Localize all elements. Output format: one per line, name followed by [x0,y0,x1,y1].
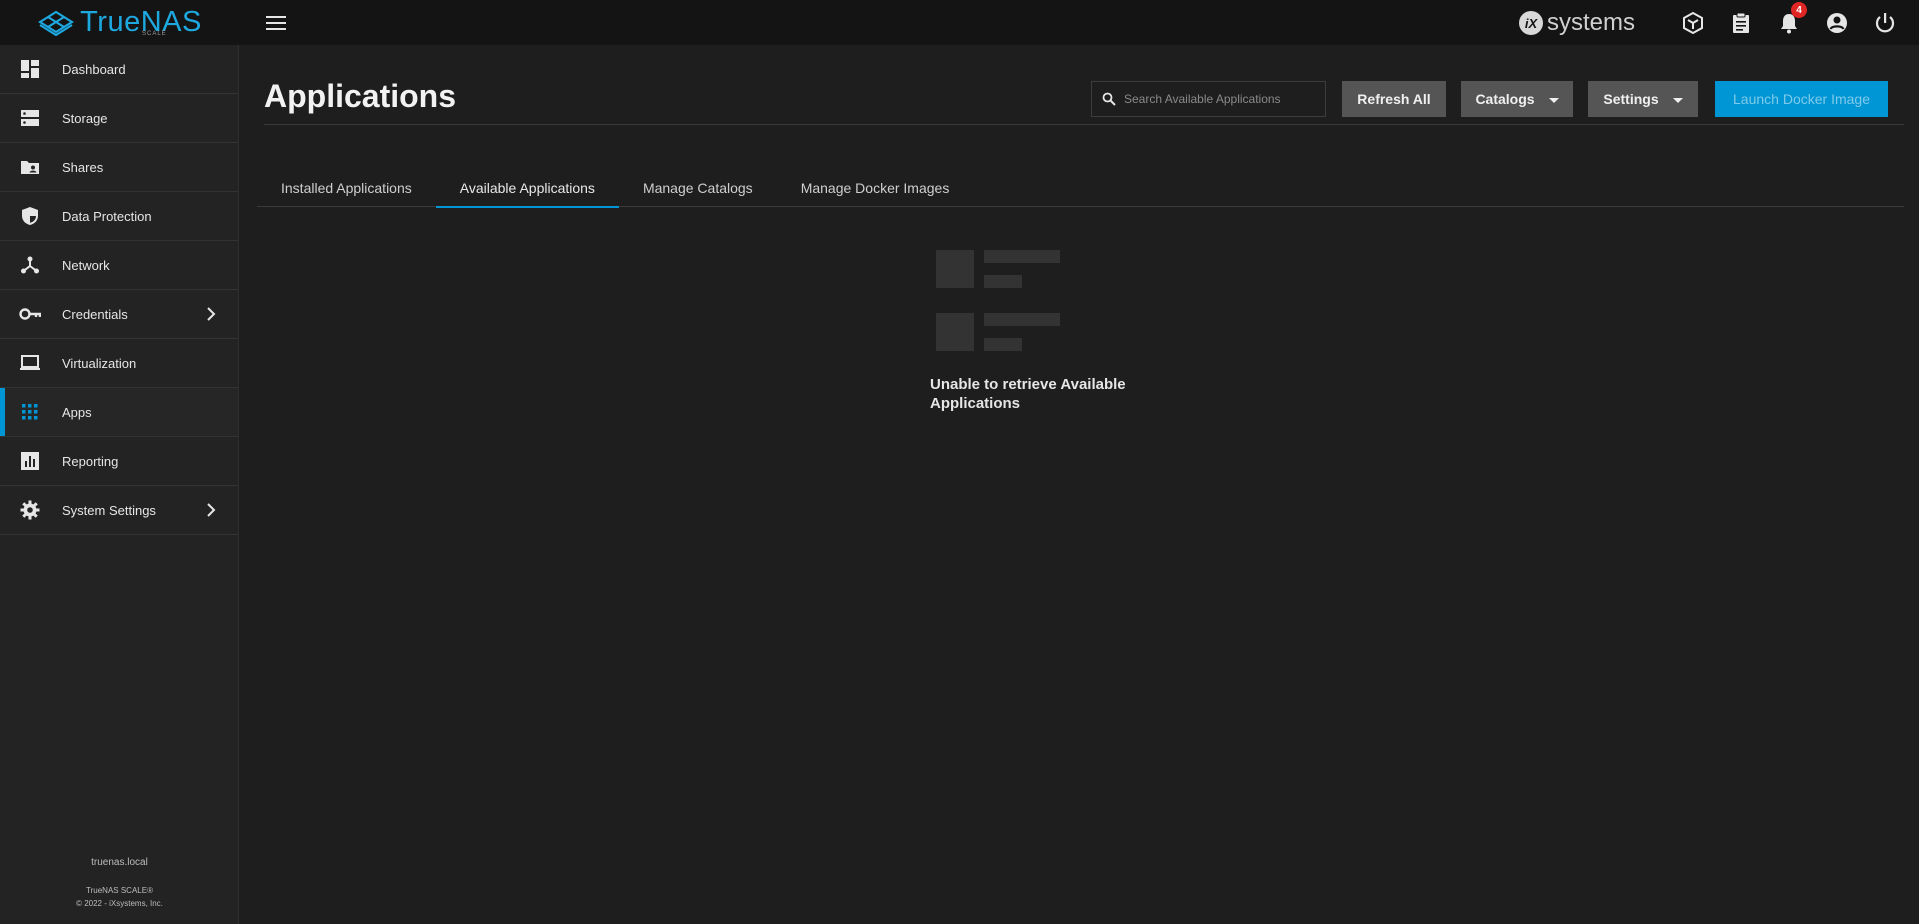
sidebar-item-apps[interactable]: Apps [0,388,238,437]
search-icon [1102,92,1116,106]
brand-edition: SCALE [142,31,167,37]
notifications-button[interactable]: 4 [1765,0,1813,45]
power-icon [1875,12,1895,32]
caret-down-icon [1672,91,1683,107]
tab-manage-catalogs[interactable]: Manage Catalogs [619,168,777,207]
sidebar-item-label: Reporting [62,453,119,469]
sidebar-item-label: Storage [62,110,108,126]
key-icon [18,302,42,326]
page-title: Applications [264,78,457,114]
ixsystems-logo[interactable]: iX systems [1517,9,1635,37]
caret-down-icon [1548,91,1559,107]
sidebar-item-reporting[interactable]: Reporting [0,437,238,486]
sidebar: Dashboard Storage Shares Data Protection… [0,45,239,924]
sidebar-item-network[interactable]: Network [0,241,238,290]
network-icon [18,253,42,277]
truenas-logo-icon [38,10,75,36]
tab-label: Installed Applications [281,179,412,196]
sidebar-item-system-settings[interactable]: System Settings [0,486,238,535]
main-content: Applications Refresh All Catalogs Settin… [240,45,1919,924]
vendor-name: systems [1546,8,1635,36]
refresh-all-label: Refresh All [1357,91,1431,107]
empty-list-icon [936,250,1060,351]
copyright: © 2022 - iXsystems, Inc. [76,899,163,908]
sidebar-item-label: Shares [62,159,104,175]
sidebar-item-label: Network [62,257,110,273]
chevron-right-icon [204,499,218,526]
sidebar-item-data-protection[interactable]: Data Protection [0,192,238,241]
sidebar-item-label: System Settings [62,502,156,518]
power-button[interactable] [1861,0,1909,45]
sidebar-item-credentials[interactable]: Credentials [0,290,238,339]
hamburger-icon [266,16,286,30]
ix-logo-icon: iX [1518,10,1543,35]
tab-available-applications[interactable]: Available Applications [435,168,620,208]
catalogs-button[interactable]: Catalogs [1461,81,1573,117]
sidebar-item-label: Dashboard [62,61,126,77]
clipboard-icon [1733,12,1749,33]
search-box[interactable] [1091,81,1326,117]
sidebar-item-shares[interactable]: Shares [0,143,238,192]
launch-docker-image-label: Launch Docker Image [1733,91,1870,107]
gear-icon [18,498,42,522]
tab-label: Manage Docker Images [800,179,950,196]
storage-icon [18,106,42,130]
shares-icon [18,155,42,179]
account-circle-icon [1827,12,1847,33]
tab-installed-applications[interactable]: Installed Applications [257,168,436,207]
sidebar-item-virtualization[interactable]: Virtualization [0,339,238,388]
settings-label: Settings [1603,91,1659,107]
shield-icon [18,204,42,228]
sidebar-item-dashboard[interactable]: Dashboard [0,45,238,94]
search-input[interactable] [1116,92,1325,106]
refresh-all-button[interactable]: Refresh All [1342,81,1446,117]
tab-label: Manage Catalogs [642,179,753,196]
truecommand-icon [1683,11,1703,34]
laptop-icon [18,351,42,375]
account-button[interactable] [1813,0,1861,45]
apps-grid-icon [18,400,42,424]
chart-icon [18,449,42,473]
sidebar-item-label: Data Protection [62,208,152,224]
settings-button[interactable]: Settings [1588,81,1698,117]
brand-name: TrueNAS [80,6,202,38]
menu-toggle-button[interactable] [264,11,288,35]
dashboard-icon [18,57,42,81]
launch-docker-image-button[interactable]: Launch Docker Image [1715,81,1888,117]
sidebar-item-label: Apps [62,404,92,420]
hostname: truenas.local [91,857,148,868]
sidebar-item-storage[interactable]: Storage [0,94,238,143]
sidebar-item-label: Credentials [62,306,128,322]
tab-manage-docker-images[interactable]: Manage Docker Images [777,168,974,207]
catalogs-label: Catalogs [1475,91,1535,107]
sidebar-item-label: Virtualization [62,355,137,371]
title-divider [264,124,1904,125]
chevron-right-icon [204,303,218,330]
truecommand-button[interactable] [1669,0,1717,45]
tab-label: Available Applications [459,179,595,196]
top-bar: TrueNAS SCALE iX systems 4 [0,0,1919,45]
truenas-logo[interactable]: TrueNAS SCALE [0,0,240,45]
product-version: TrueNAS SCALE® [86,886,153,895]
sidebar-footer: truenas.local TrueNAS SCALE® © 2022 - iX… [0,857,239,910]
empty-state-message: Unable to retrieve Available Application… [930,376,1126,412]
tasks-button[interactable] [1717,0,1765,45]
ix-logo-mark: iX [1525,16,1539,31]
tab-bar: Installed Applications Available Applica… [257,168,1904,208]
notification-badge: 4 [1791,2,1807,18]
